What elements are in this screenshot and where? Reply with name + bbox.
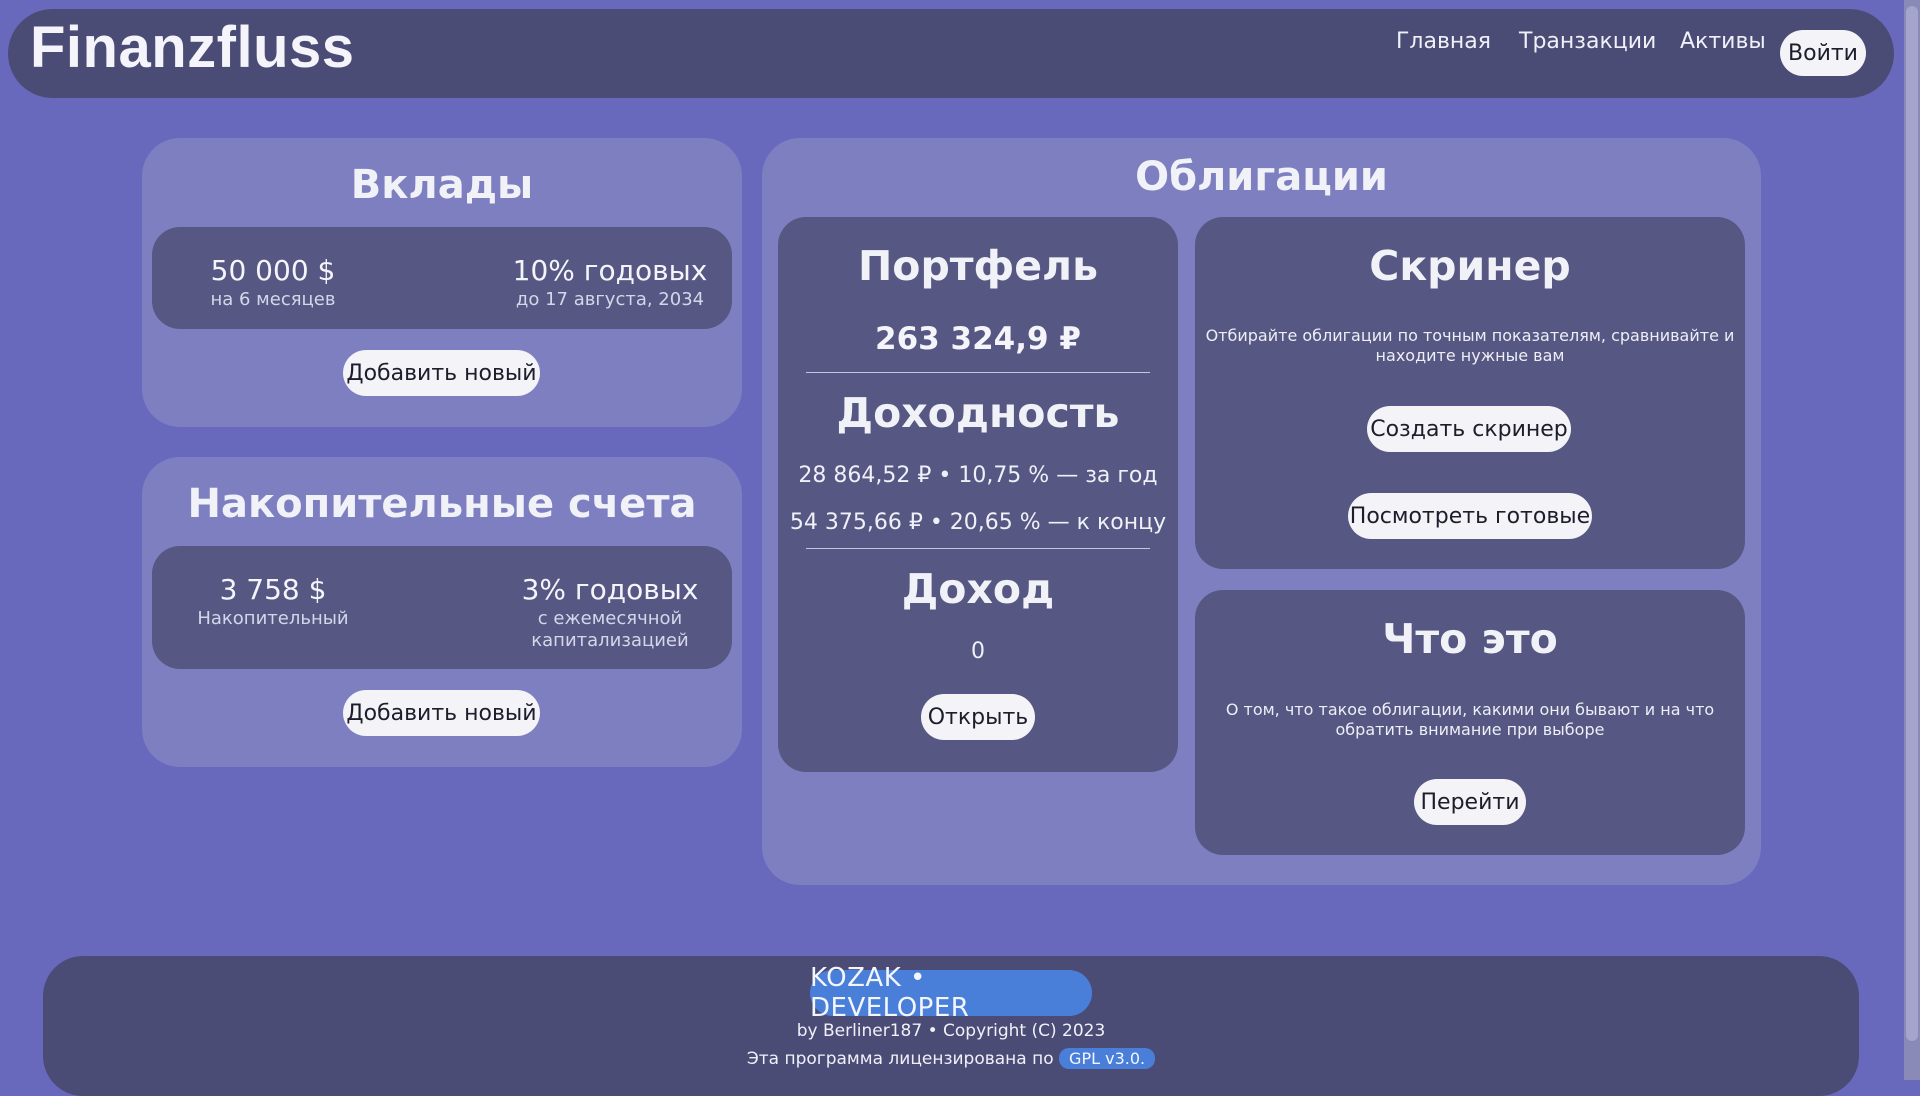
- savings-rate: 3% годовых: [521, 573, 699, 606]
- open-portfolio-button[interactable]: Открыть: [921, 694, 1035, 740]
- add-deposit-button[interactable]: Добавить новый: [343, 350, 540, 396]
- screener-description-line-1: Отбирайте облигации по точным показателя…: [1205, 326, 1735, 345]
- create-screener-button[interactable]: Создать скринер: [1367, 406, 1571, 452]
- savings-title: Накопительные счета: [187, 481, 697, 527]
- gpl-license-link[interactable]: GPL v3.0.: [1059, 1048, 1156, 1069]
- copyright-text: by Berliner187 • Copyright (C) 2023: [796, 1021, 1106, 1041]
- savings-rate-note-2: капитализацией: [531, 630, 689, 651]
- view-ready-screeners-button[interactable]: Посмотреть готовые: [1348, 493, 1592, 539]
- license-text: Эта программа лицензирована по: [746, 1049, 1054, 1069]
- about-bonds-title: Что это: [1382, 615, 1558, 663]
- add-savings-button[interactable]: Добавить новый: [343, 690, 540, 736]
- scrollbar-thumb[interactable]: [1906, 6, 1918, 1041]
- go-to-about-button[interactable]: Перейти: [1414, 779, 1526, 825]
- about-bonds-description-line-1: О том, что такое облигации, какими они б…: [1225, 700, 1715, 719]
- income-title: Доход: [901, 565, 1055, 613]
- savings-rate-note-1: с ежемесячной: [537, 608, 683, 629]
- deposit-rate: 10% годовых: [512, 254, 708, 287]
- divider: [806, 548, 1150, 549]
- developer-badge[interactable]: KOZAK • DEVELOPER: [810, 963, 1092, 1023]
- about-bonds-description-line-2: обратить внимание при выборе: [1335, 720, 1605, 739]
- savings-amount: 3 758 $: [219, 573, 327, 606]
- yield-per-year: 28 864,52 ₽ • 10,75 % — за год: [798, 463, 1158, 488]
- screener-description-line-2: находите нужные вам: [1375, 346, 1565, 365]
- screener-title: Скринер: [1369, 242, 1571, 290]
- bonds-title: Облигации: [1135, 154, 1388, 200]
- license-line: Эта программа лицензирована по GPL v3.0.: [43, 1048, 1859, 1069]
- divider: [806, 372, 1150, 373]
- brand-logo[interactable]: Finanzfluss: [30, 14, 355, 81]
- portfolio-title: Портфель: [857, 242, 1099, 290]
- deposits-title: Вклады: [350, 162, 534, 208]
- deposit-term: на 6 месяцев: [210, 289, 336, 310]
- nav-link-home[interactable]: Главная: [1396, 29, 1491, 54]
- nav-link-transactions[interactable]: Транзакции: [1519, 29, 1656, 54]
- nav-link-assets[interactable]: Активы: [1680, 29, 1766, 54]
- login-button[interactable]: Войти: [1780, 30, 1866, 76]
- portfolio-value: 263 324,9 ₽: [875, 321, 1081, 357]
- yield-title: Доходность: [836, 389, 1120, 437]
- portfolio-card: [778, 217, 1178, 772]
- savings-type: Накопительный: [197, 608, 349, 629]
- deposit-amount: 50 000 $: [210, 254, 336, 287]
- income-value: 0: [971, 639, 985, 664]
- deposit-end-date: до 17 августа, 2034: [515, 289, 705, 310]
- yield-to-maturity: 54 375,66 ₽ • 20,65 % — к концу: [789, 510, 1167, 535]
